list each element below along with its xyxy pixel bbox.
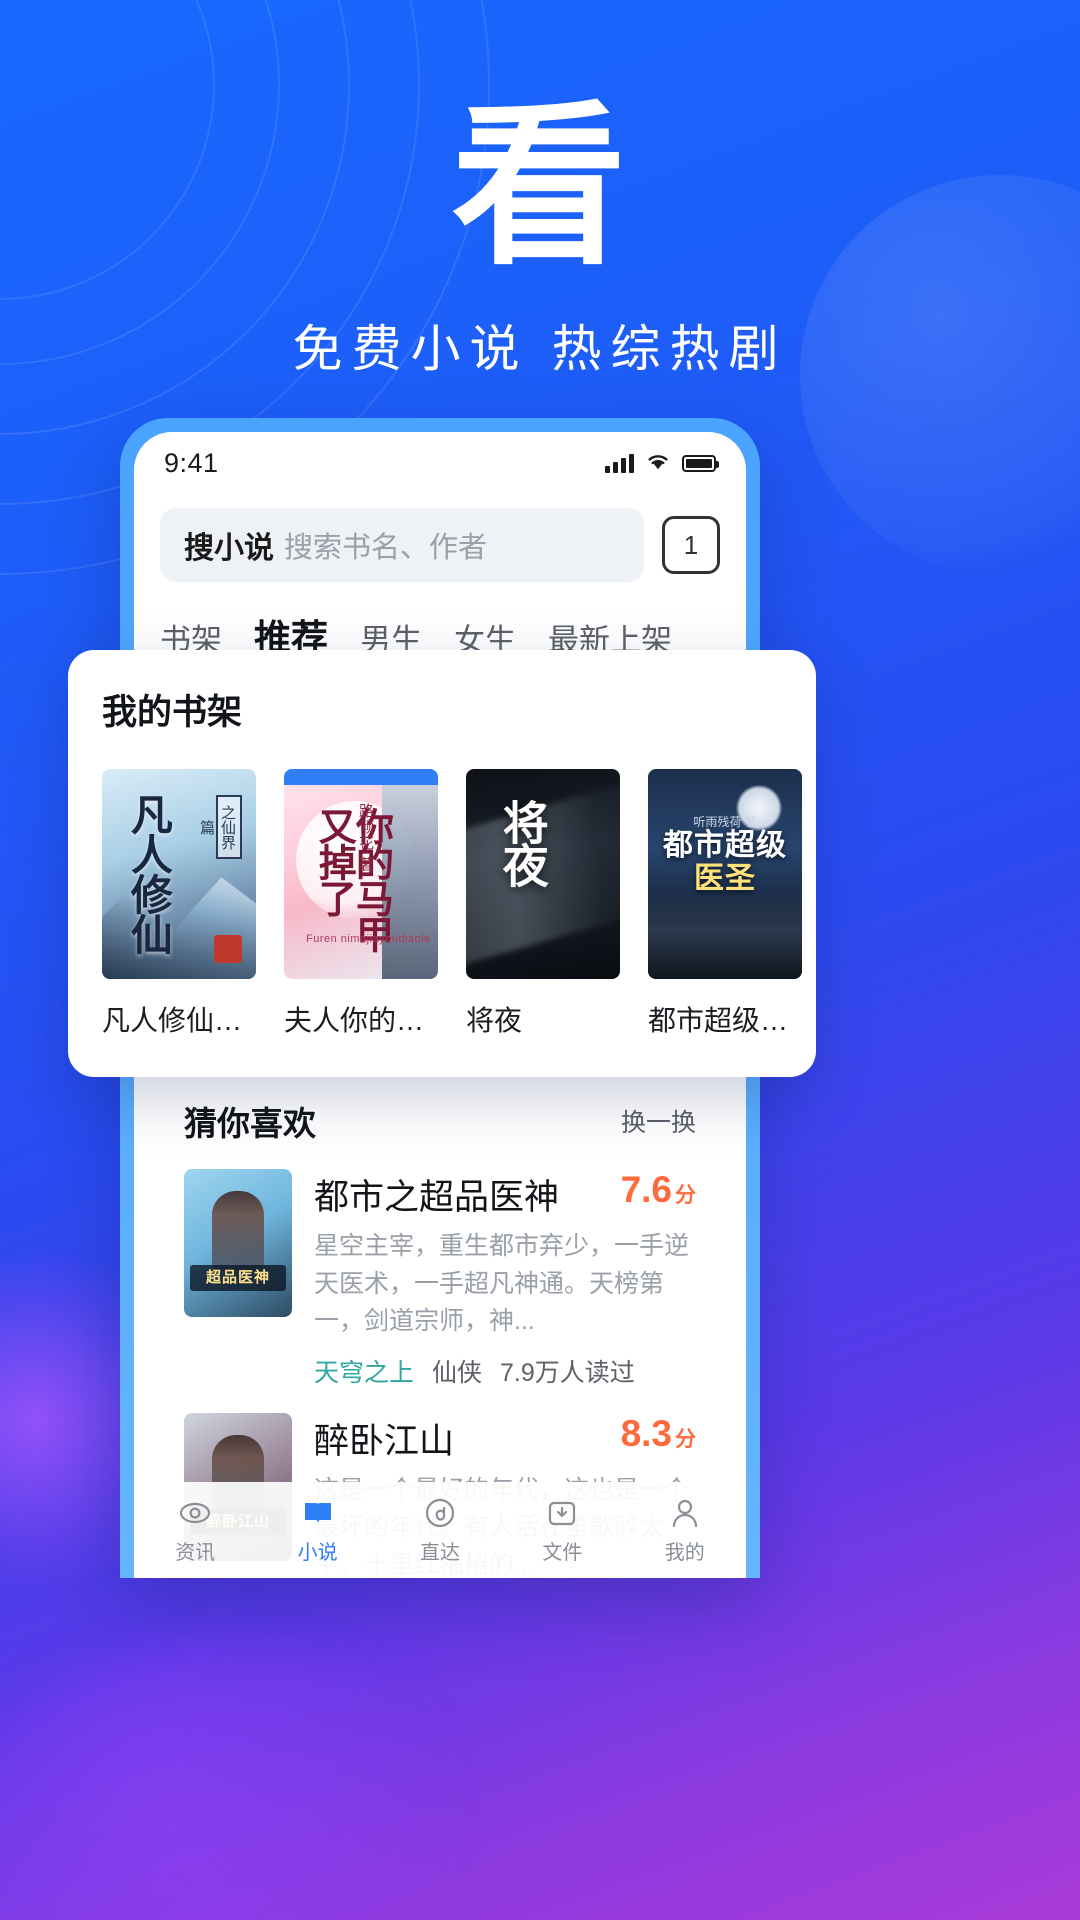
bottom-nav-files[interactable]: 文件 [501,1492,623,1565]
cover-title: 凡人修仙 [125,793,173,953]
book-title: 都市超级医圣 [648,1005,802,1036]
book-cover: 你的马甲又掉了 路倾花 著 Furen nimajiayoudiaole [284,769,438,979]
bookshelf-item[interactable]: 你的马甲又掉了 路倾花 著 Furen nimajiayoudiaole 夫人你… [284,769,438,1039]
cover-top-band [284,769,438,785]
score-unit: 分 [675,1427,696,1451]
bottom-nav-label: 直达 [419,1542,460,1564]
book-genre: 仙侠 [432,1358,483,1387]
book-cover: 将夜 [466,769,620,979]
cover-figure [212,1191,264,1271]
score-unit: 分 [675,1184,696,1207]
cover-badge: 超品医神 [190,1265,286,1291]
book-cover: 凡人修仙 之仙界篇 [102,769,256,979]
bottom-nav-label: 小说 [297,1542,338,1564]
cover-author: 听雨残荷 著 [693,815,757,829]
hero-section: 看 免费小说 热综热剧 [0,0,1080,381]
folder-download-icon [501,1492,623,1534]
book-title: 夫人你的马... [284,1005,438,1036]
bookshelf-item[interactable]: 听雨残荷 著 都市超级 医圣 都市超级医圣 [648,769,802,1039]
bookshelf-title: 我的书架 [102,693,243,732]
cover-badge-text: 超品医神 [205,1269,270,1286]
bottom-nav-novel[interactable]: 小说 [256,1492,378,1565]
search-scope-label: 搜小说 [184,532,274,565]
cover-title: 你的马甲又掉了 [312,807,392,951]
book-title: 凡人修仙之... [102,1005,256,1036]
status-time: 9:41 [164,447,219,478]
recommend-item[interactable]: 超品医神 都市之超品医神 7.6 分 星空主宰，重生都市弃少，一手逆天医术，一手超… [184,1145,696,1389]
recommend-item-header: 都市之超品医神 7.6 分 [314,1169,696,1220]
decorative-glow-bottom [0,1640,500,1920]
bottom-nav-direct[interactable]: 直达 [379,1492,501,1565]
battery-icon [682,454,719,472]
cover-author: 路倾花 著 [357,803,374,873]
bottom-nav-profile[interactable]: 我的 [624,1492,746,1565]
book-reads: 7.9万人读过 [500,1358,635,1387]
cover-title: 将夜 [496,799,549,885]
cover-subtitle: 之仙界篇 [198,795,242,859]
book-title: 都市之超品医神 [314,1178,560,1217]
score-value: 7.6 [620,1169,672,1210]
score-value: 8.3 [620,1412,672,1454]
cover-seal-icon [214,935,242,963]
cover-title-line1: 都市超级 [663,829,787,862]
status-icons [605,451,719,476]
refresh-recommend-button[interactable]: 换一换 [621,1103,696,1139]
recommend-header: 猜你喜欢 换一换 [184,1097,696,1145]
recommend-title: 猜你喜欢 [184,1105,316,1142]
search-input[interactable]: 搜小说 搜索书名、作者 [160,508,644,582]
bottom-nav-news[interactable]: 资讯 [134,1492,256,1565]
bookshelf-item[interactable]: 将夜 将夜 [466,769,620,1039]
signal-bars-icon [605,453,634,473]
wifi-icon [645,451,671,476]
hero-tagline: 免费小说 热综热剧 [292,321,788,377]
book-author[interactable]: 天穹之上 [314,1353,414,1389]
bookshelf-item[interactable]: 凡人修仙 之仙界篇 凡人修仙之... [102,769,256,1039]
book-score: 8.3 分 [621,1413,696,1455]
bottom-nav-label: 我的 [664,1542,705,1564]
book-cover: 超品医神 [184,1169,292,1317]
search-row: 搜小说 搜索书名、作者 1 [134,494,746,582]
target-icon [379,1492,501,1534]
book-icon [256,1492,378,1534]
tab-count-button[interactable]: 1 [662,516,720,574]
bookshelf-grid: 凡人修仙 之仙界篇 凡人修仙之... 你的马甲又掉了 路倾花 著 Furen n… [102,769,802,1039]
book-description: 星空主宰，重生都市弃少，一手逆天医术，一手超凡神通。天榜第一，剑道宗师，神... [314,1232,690,1335]
bottom-navigation: 资讯 小说 直达 文件 我的 [134,1482,746,1578]
book-title: 醉卧江山 [314,1421,455,1461]
search-placeholder: 搜索书名、作者 [284,532,488,564]
app-logo-character: 看 [451,90,629,285]
cover-pinyin: Furen nimajiayoudiaole [306,933,431,945]
recommend-item-header: 醉卧江山 8.3 分 [314,1413,696,1464]
recommend-item-body: 都市之超品医神 7.6 分 星空主宰，重生都市弃少，一手逆天医术，一手超凡神通。天… [314,1169,696,1389]
bottom-nav-label: 文件 [542,1542,583,1564]
cover-title-line2: 医圣 [694,862,756,895]
user-icon [624,1492,746,1534]
book-meta: 天穹之上 仙侠 7.9万人读过 [314,1353,696,1389]
bottom-nav-label: 资讯 [175,1542,216,1564]
book-title: 将夜 [466,1005,523,1036]
cover-title: 都市超级 医圣 [648,829,802,895]
news-eye-icon [134,1492,256,1534]
status-bar: 9:41 [134,432,746,494]
book-cover: 听雨残荷 著 都市超级 医圣 [648,769,802,979]
book-score: 7.6 分 [621,1169,696,1211]
my-bookshelf-card: 我的书架 凡人修仙 之仙界篇 凡人修仙之... 你的马甲又掉了 路倾花 著 Fu… [68,650,816,1077]
